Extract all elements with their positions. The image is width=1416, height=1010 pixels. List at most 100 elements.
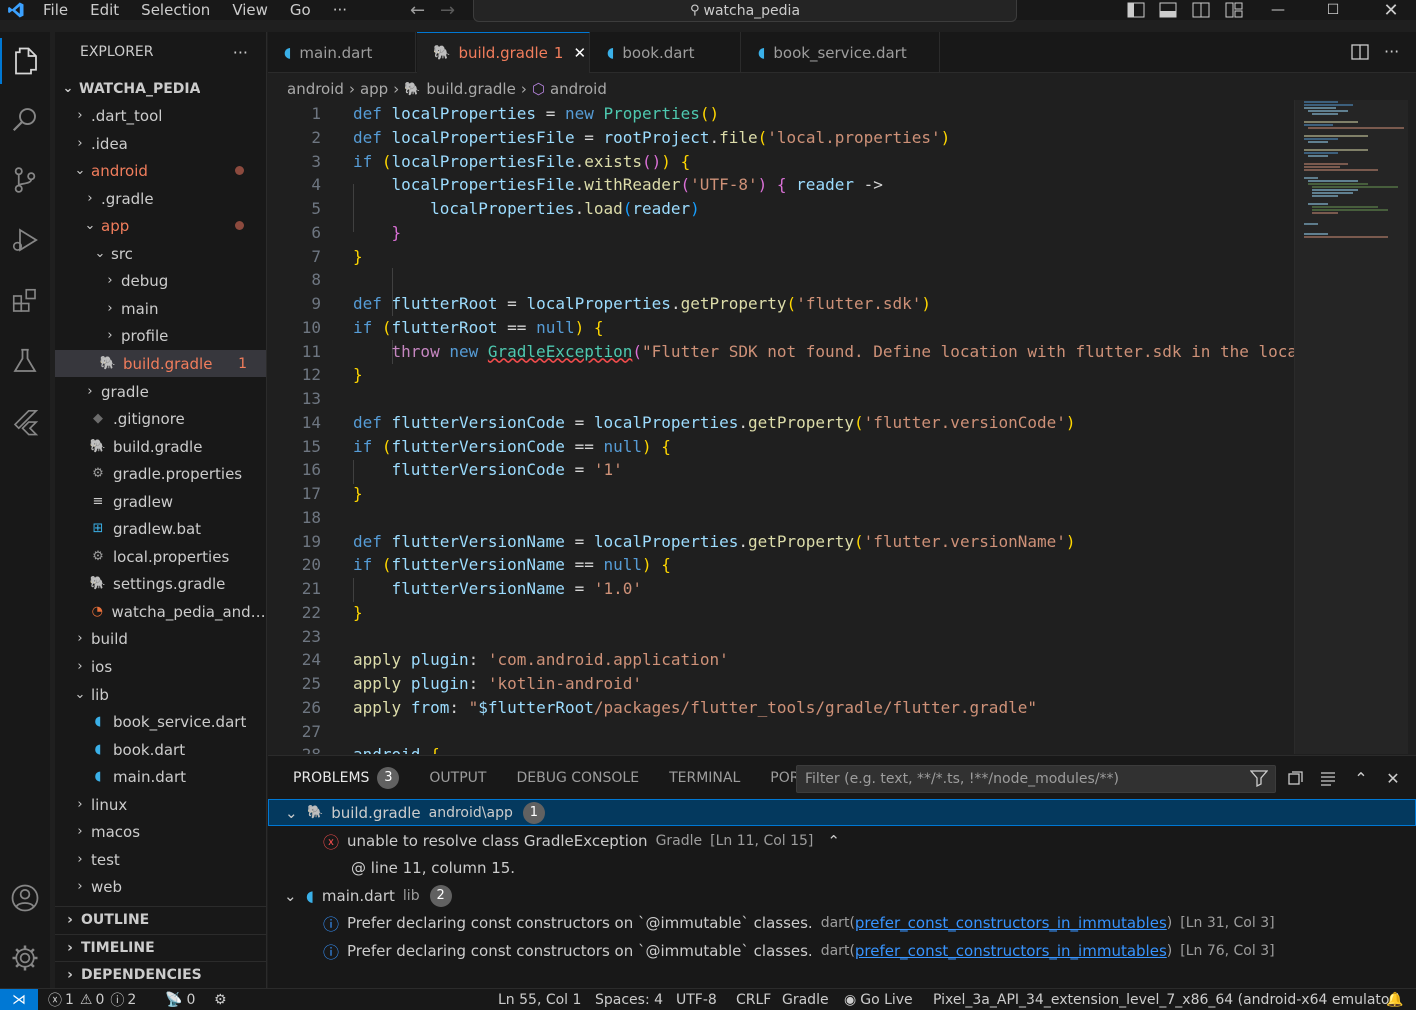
timeline-section[interactable]: › TIMELINE — [55, 934, 266, 961]
problem-item[interactable]: ⓘ Prefer declaring const constructors on… — [268, 937, 1416, 964]
code-line[interactable]: 22} — [268, 600, 1294, 624]
code-line[interactable]: 9 def flutterRoot = localProperties.getPr… — [268, 291, 1294, 315]
minimize-icon[interactable]: — — [1263, 0, 1293, 20]
tree-item[interactable]: ⌄ android — [55, 157, 266, 184]
code-line[interactable]: 4 localPropertiesFile.withReader('UTF-8'… — [268, 172, 1294, 196]
outline-section[interactable]: › OUTLINE — [55, 906, 266, 933]
maximize-panel-icon[interactable]: ⌃ — [1349, 766, 1373, 790]
tab-terminal[interactable]: TERMINAL — [654, 756, 755, 800]
tree-item[interactable]: › .gradle — [55, 185, 266, 212]
code-line[interactable]: 10 if (flutterRoot == null) { — [268, 315, 1294, 339]
code-line[interactable]: 11 throw new GradleException("Flutter SD… — [268, 339, 1294, 363]
explorer-icon[interactable] — [0, 38, 50, 84]
code-line[interactable]: 5 localProperties.load(reader) — [268, 196, 1294, 220]
tree-item[interactable]: › build — [55, 625, 266, 652]
source-control-icon[interactable] — [0, 157, 50, 203]
indentation[interactable]: Spaces: 4 — [595, 989, 663, 1010]
code-line[interactable]: 15 if (flutterVersionCode == null) { — [268, 434, 1294, 458]
device-selector[interactable]: Pixel_3a_API_34_extension_level_7_x86_64… — [933, 989, 1401, 1010]
tree-item[interactable]: ◔ watcha_pedia_andro... — [55, 598, 266, 625]
code-line[interactable]: 18 — [268, 505, 1294, 529]
command-center-search[interactable]: ⚲ watcha_pedia — [473, 0, 1017, 22]
code-line[interactable]: 25 apply plugin: 'kotlin-android' — [268, 671, 1294, 695]
tree-item[interactable]: › web — [55, 873, 266, 900]
go-live-button[interactable]: ◉ Go Live — [844, 989, 913, 1010]
problems-filter-input[interactable]: Filter (e.g. text, **/*.ts, !**/node_mod… — [796, 765, 1276, 793]
code-line[interactable]: 17} — [268, 481, 1294, 505]
tree-item[interactable]: ⌄ lib — [55, 681, 266, 708]
tree-item[interactable]: › debug — [55, 267, 266, 294]
settings-gear-icon[interactable] — [0, 935, 50, 981]
editor-more-actions-icon[interactable]: ··· — [1384, 42, 1399, 61]
code-line[interactable]: 14 def flutterVersionCode = localProperti… — [268, 410, 1294, 434]
close-window-icon[interactable]: ✕ — [1376, 0, 1406, 21]
account-icon[interactable] — [0, 875, 50, 921]
tab-book-dart[interactable]: ◖ book.dart — [591, 32, 741, 73]
menu-selection[interactable]: Selection — [130, 0, 221, 20]
problem-group-build-gradle[interactable]: ⌄ 🐘 build.gradle android\app 1 — [268, 799, 1416, 826]
code-editor[interactable]: 1 def localProperties = new Properties() 2… — [268, 100, 1294, 755]
breadcrumb-item[interactable]: app — [360, 80, 388, 98]
tree-item[interactable]: ⚙ local.properties — [55, 543, 266, 570]
tree-item[interactable]: ≡ gradlew — [55, 488, 266, 515]
tab-debug-console[interactable]: DEBUG CONSOLE — [501, 756, 654, 800]
tree-item[interactable]: › gradle — [55, 378, 266, 405]
tab-output[interactable]: OUTPUT — [414, 756, 501, 800]
dependencies-section[interactable]: › DEPENDENCIES — [55, 961, 266, 988]
problem-group-main-dart[interactable]: ⌄ ◖ main.dart lib 2 — [268, 882, 1416, 909]
tree-item[interactable]: ◆ .gitignore — [55, 405, 266, 432]
code-line[interactable]: 27 — [268, 719, 1294, 743]
cursor-position[interactable]: Ln 55, Col 1 — [498, 989, 581, 1010]
problem-code-link[interactable]: prefer_const_constructors_in_immutables — [855, 914, 1167, 932]
code-line[interactable]: 21 flutterVersionName = '1.0' — [268, 576, 1294, 600]
code-line[interactable]: 16 flutterVersionCode = '1' — [268, 457, 1294, 481]
forward-arrow-icon[interactable]: → — [430, 0, 465, 21]
search-icon[interactable] — [0, 96, 50, 142]
tree-item[interactable]: › main — [55, 295, 266, 322]
tree-item[interactable]: › ios — [55, 653, 266, 680]
code-line[interactable]: 13 — [268, 386, 1294, 410]
breadcrumb-item[interactable]: build.gradle — [426, 80, 515, 98]
chevron-up-icon[interactable]: ⌃ — [827, 832, 840, 850]
tab-book-service-dart[interactable]: ◖ book_service.dart — [742, 32, 940, 73]
tree-item[interactable]: › macos — [55, 818, 266, 845]
toggle-primary-sidebar-icon[interactable] — [1121, 0, 1151, 20]
customize-layout-icon[interactable] — [1219, 0, 1249, 20]
code-line[interactable]: 24 apply plugin: 'com.android.application… — [268, 647, 1294, 671]
explorer-more-button[interactable]: ··· — [233, 43, 248, 62]
remote-indicator-icon[interactable]: ⋊ — [0, 988, 38, 1010]
tree-item[interactable]: ⚙ gradle.properties — [55, 460, 266, 487]
menu-go[interactable]: Go — [279, 0, 322, 20]
menu-file[interactable]: File — [32, 0, 79, 20]
tree-item[interactable]: › profile — [55, 322, 266, 349]
debug-launch-icon[interactable]: ⚙ — [214, 989, 227, 1010]
code-line[interactable]: 26 apply from: "$flutterRoot/packages/flu… — [268, 695, 1294, 719]
menu-edit[interactable]: Edit — [79, 0, 130, 20]
problem-code-link[interactable]: prefer_const_constructors_in_immutables — [855, 942, 1167, 960]
breadcrumb-item[interactable]: android — [287, 80, 344, 98]
tree-item[interactable]: › .idea — [55, 130, 266, 157]
breadcrumb-item[interactable]: android — [550, 80, 607, 98]
code-line[interactable]: 7} — [268, 244, 1294, 268]
code-line[interactable]: 12} — [268, 362, 1294, 386]
tree-item[interactable]: ◖ book_service.dart — [55, 708, 266, 735]
maximize-icon[interactable]: ☐ — [1318, 0, 1348, 20]
code-line[interactable]: 28 android { — [268, 742, 1294, 755]
tree-item[interactable]: ◖ main.dart — [55, 763, 266, 790]
tab-main-dart[interactable]: ◖ main.dart — [268, 32, 416, 73]
problems-status[interactable]: ⓧ 1 ⚠ 0 ⓘ 2 — [48, 989, 136, 1010]
code-line[interactable]: 23 — [268, 624, 1294, 648]
code-line[interactable]: 3 if (localPropertiesFile.exists()) { — [268, 149, 1294, 173]
workspace-root[interactable]: ⌄ WATCHA_PEDIA — [55, 75, 266, 102]
flutter-icon[interactable] — [0, 399, 50, 445]
tree-item[interactable]: › linux — [55, 791, 266, 818]
split-editor-icon[interactable] — [1350, 42, 1370, 66]
problem-item[interactable]: ⓘ Prefer declaring const constructors on… — [268, 909, 1416, 936]
code-line[interactable]: 19 def flutterVersionName = localProperti… — [268, 529, 1294, 553]
close-panel-icon[interactable]: ✕ — [1381, 766, 1405, 790]
notifications-bell-icon[interactable]: 🔔 — [1386, 989, 1403, 1010]
tree-item[interactable]: 🐘 build.gradle 1 — [55, 350, 266, 377]
tree-item[interactable]: ◖ book.dart — [55, 736, 266, 763]
code-line[interactable]: 1 def localProperties = new Properties() — [268, 101, 1294, 125]
tree-item[interactable]: ⌄ src — [55, 240, 266, 267]
